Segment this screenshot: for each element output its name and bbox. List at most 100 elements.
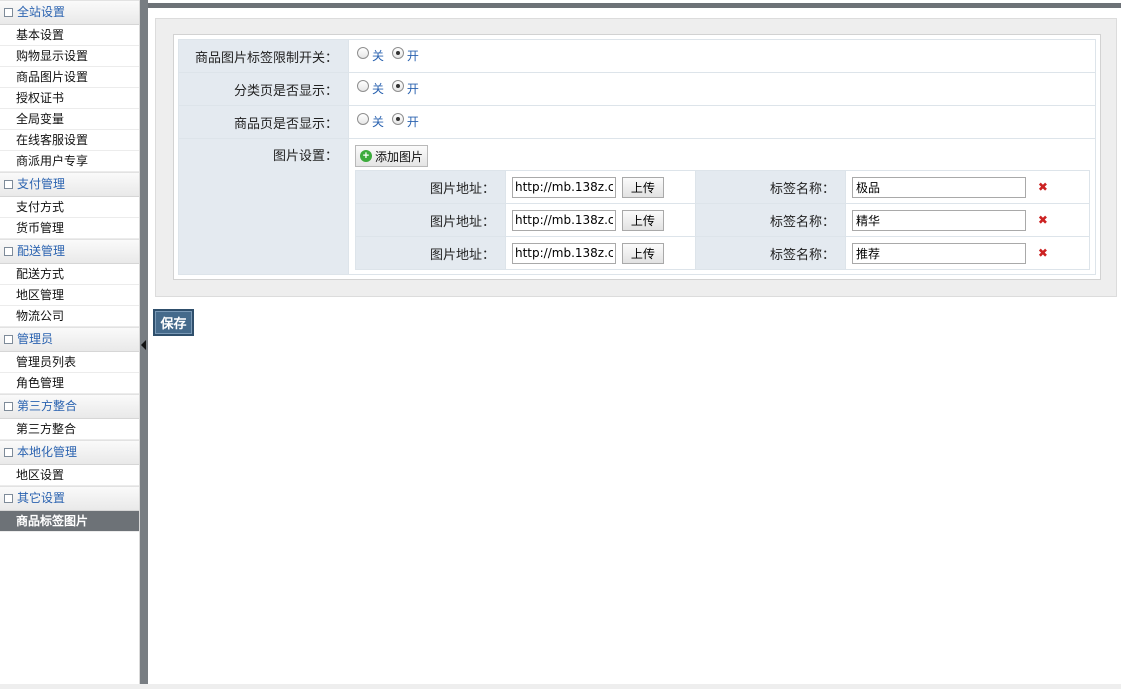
square-toggle-icon[interactable] [4,494,13,503]
sidebar-group-header[interactable]: 全站设置 [0,0,139,25]
sidebar-group-title: 第三方整合 [17,399,78,413]
radio-on-icon[interactable] [391,112,404,125]
triangle-left-icon[interactable] [141,340,146,350]
radio-off-label: 关 [372,82,385,97]
switch-radio-off[interactable]: 关 [357,46,385,64]
sidebar-group-title: 配送管理 [17,244,66,258]
sidebar-item-delivery-methods[interactable]: 配送方式 [0,264,139,285]
category-radio-on[interactable]: 开 [391,79,419,97]
sidebar-item-license[interactable]: 授权证书 [0,88,139,109]
sidebar-item-regions[interactable]: 地区管理 [0,285,139,306]
sidebar-group-localization: 本地化管理 地区设置 [0,440,139,486]
sidebar-item-region-settings[interactable]: 地区设置 [0,465,139,486]
image-address-label: 图片地址： [355,236,506,270]
radio-off-icon[interactable] [357,79,369,92]
image-address-label: 图片地址： [355,203,506,237]
sidebar-group-header[interactable]: 管理员 [0,327,139,352]
switch-radio-group: 关 开 [348,39,1096,73]
radio-on-icon[interactable] [391,79,404,92]
sidebar-group-delivery: 配送管理 配送方式 地区管理 物流公司 [0,239,139,327]
plus-circle-icon: + [360,150,372,162]
settings-panel: 商品图片标签限制开关： 关 开 分类页是否显示： 关 开 商品页是否显示： 关 … [155,18,1117,297]
table-row: 图片地址： 上传 标签名称： ✖ [355,203,1090,237]
sidebar-item-shopping-display[interactable]: 购物显示设置 [0,46,139,67]
sidebar-group-payment: 支付管理 支付方式 货币管理 [0,172,139,239]
radio-off-label: 关 [372,49,385,64]
sidebar-splitter[interactable] [140,0,148,684]
switch-radio-on[interactable]: 开 [391,46,419,64]
tag-name-cell: ✖ [845,236,1090,270]
upload-button[interactable]: 上传 [621,209,664,231]
upload-button[interactable]: 上传 [621,176,664,198]
square-toggle-icon[interactable] [4,402,13,411]
sidebar-item-product-tag-images[interactable]: 商品标签图片 [0,511,139,532]
tag-name-cell: ✖ [845,203,1090,237]
radio-off-icon[interactable] [357,112,369,125]
image-url-input[interactable] [512,176,616,198]
sidebar-group-site-settings: 全站设置 基本设置 购物显示设置 商品图片设置 授权证书 全局变量 在线客服设置… [0,0,139,172]
category-radio-group: 关 开 [348,72,1096,106]
sidebar-group-other: 其它设置 商品标签图片 [0,486,139,532]
image-url-input[interactable] [512,209,616,231]
image-settings-cell: +添加图片 图片地址： 上传 标签名称： [348,138,1096,275]
sidebar-group-header[interactable]: 配送管理 [0,239,139,264]
tag-name-label: 标签名称： [695,236,846,270]
save-button[interactable]: 保存 [153,309,194,336]
top-bar [148,3,1121,8]
table-row: 图片地址： 上传 标签名称： ✖ [355,170,1090,204]
x-delete-icon[interactable]: ✖ [1038,246,1048,260]
sidebar-item-online-service[interactable]: 在线客服设置 [0,130,139,151]
square-toggle-icon[interactable] [4,8,13,17]
sidebar-item-roles[interactable]: 角色管理 [0,373,139,394]
image-list: 图片地址： 上传 标签名称： ✖ [355,170,1090,270]
tag-name-cell: ✖ [845,170,1090,204]
table-row: 图片地址： 上传 标签名称： ✖ [355,236,1090,270]
settings-form: 商品图片标签限制开关： 关 开 分类页是否显示： 关 开 商品页是否显示： 关 … [178,39,1096,275]
sidebar-item-basic-settings[interactable]: 基本设置 [0,25,139,46]
sidebar-item-shopex-users[interactable]: 商派用户专享 [0,151,139,172]
sidebar-group-title: 本地化管理 [17,445,78,459]
sidebar-group-title: 其它设置 [17,491,66,505]
square-toggle-icon[interactable] [4,247,13,256]
sidebar-item-global-vars[interactable]: 全局变量 [0,109,139,130]
radio-on-label: 开 [406,115,419,130]
add-image-label: 添加图片 [375,149,424,164]
sidebar-group-header[interactable]: 支付管理 [0,172,139,197]
sidebar-item-third-party[interactable]: 第三方整合 [0,419,139,440]
sidebar-group-title: 支付管理 [17,177,66,191]
x-delete-icon[interactable]: ✖ [1038,180,1048,194]
sidebar-item-admin-list[interactable]: 管理员列表 [0,352,139,373]
upload-button[interactable]: 上传 [621,242,664,264]
tag-name-input[interactable] [852,176,1026,198]
radio-off-icon[interactable] [357,46,369,59]
tag-name-input[interactable] [852,242,1026,264]
product-radio-on[interactable]: 开 [391,112,419,130]
radio-on-icon[interactable] [391,46,404,59]
sidebar-group-header[interactable]: 本地化管理 [0,440,139,465]
sidebar-item-logistics[interactable]: 物流公司 [0,306,139,327]
sidebar-item-payment-methods[interactable]: 支付方式 [0,197,139,218]
square-toggle-icon[interactable] [4,180,13,189]
tag-name-label: 标签名称： [695,203,846,237]
product-radio-off[interactable]: 关 [357,112,384,130]
add-image-button[interactable]: + 添加图片 [355,145,429,167]
image-address-label: 图片地址： [355,170,506,204]
sidebar-group-header[interactable]: 第三方整合 [0,394,139,419]
x-delete-icon[interactable]: ✖ [1038,213,1048,227]
sidebar-group-header[interactable]: 其它设置 [0,486,139,511]
square-toggle-icon[interactable] [4,448,13,457]
image-url-input[interactable] [512,242,616,264]
category-radio-off[interactable]: 关 [357,79,385,97]
image-address-cell: 上传 [505,203,696,237]
image-settings-label: 图片设置： [178,138,349,275]
tag-name-input[interactable] [852,209,1026,231]
sidebar: 全站设置 基本设置 购物显示设置 商品图片设置 授权证书 全局变量 在线客服设置… [0,0,140,684]
bottom-strip [0,684,1121,689]
sidebar-group-title: 全站设置 [17,5,66,19]
category-page-label: 分类页是否显示： [178,72,349,106]
sidebar-item-currency[interactable]: 货币管理 [0,218,139,239]
sidebar-group-third-party: 第三方整合 第三方整合 [0,394,139,440]
square-toggle-icon[interactable] [4,335,13,344]
sidebar-item-product-image[interactable]: 商品图片设置 [0,67,139,88]
image-address-cell: 上传 [505,236,696,270]
